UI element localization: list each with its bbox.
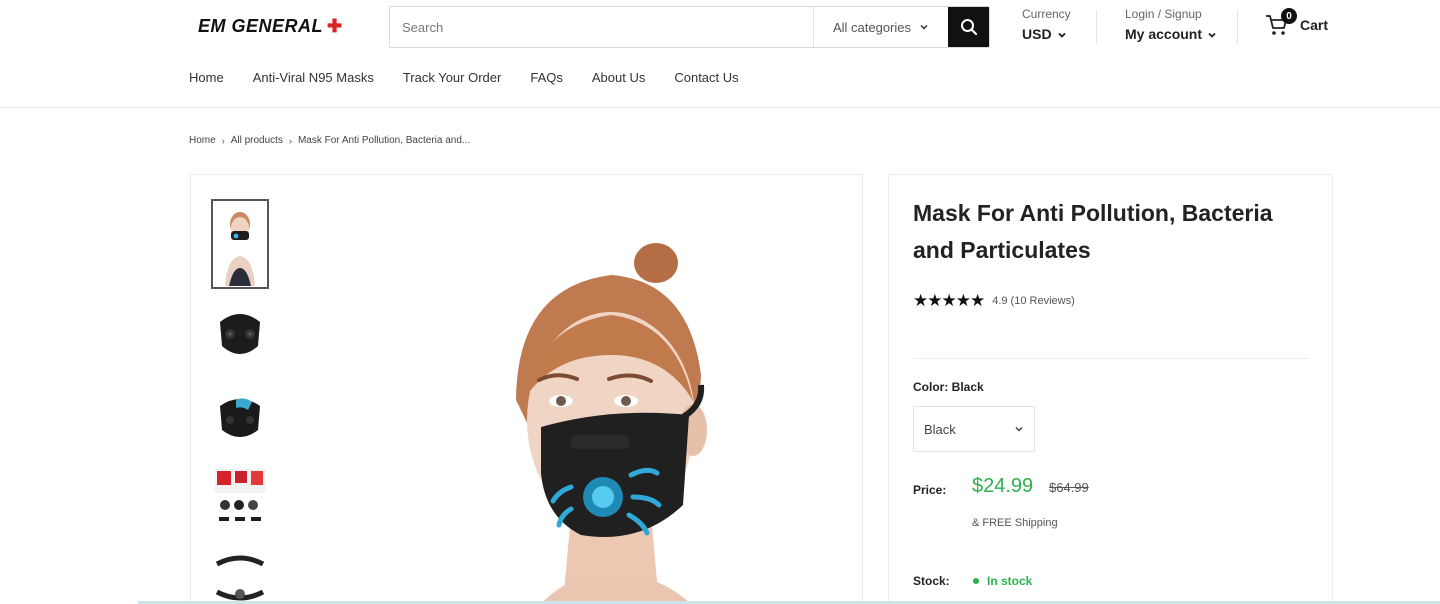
cart-label: Cart	[1300, 17, 1329, 33]
category-select[interactable]: All categories	[813, 7, 948, 47]
chevron-down-icon	[1208, 32, 1216, 38]
breadcrumb-chevron-icon: ›	[288, 135, 292, 146]
chevron-down-icon	[1057, 32, 1066, 38]
product-info-card: Mask For Anti Pollution, Bacteria and Pa…	[888, 174, 1333, 604]
compare-at-price: $64.99	[1049, 480, 1089, 495]
stock-label: Stock:	[913, 574, 950, 588]
color-label-text: Color:	[913, 380, 949, 394]
thumbnail-mask-straps[interactable]	[211, 541, 269, 604]
product-rating[interactable]: ★★★★★ 4.9 (10 Reviews)	[913, 291, 1075, 311]
color-select[interactable]: Black	[913, 406, 1035, 452]
rating-text: 4.9 (10 Reviews)	[992, 295, 1075, 307]
color-select-value: Black	[924, 421, 956, 437]
mask-straps-thumb-image	[215, 555, 265, 601]
login-signup-link[interactable]: Login / Signup	[1125, 7, 1217, 21]
account-menu[interactable]: Login / Signup My account	[1125, 7, 1217, 43]
breadcrumb-chevron-icon: ›	[221, 135, 225, 146]
nav-item-faqs[interactable]: FAQs	[530, 70, 563, 85]
breadcrumb-all-products[interactable]: All products	[231, 135, 283, 146]
price-label: Price:	[913, 483, 947, 497]
header-divider	[1237, 10, 1238, 44]
currency-label: Currency	[1022, 7, 1071, 21]
product-main-image	[516, 243, 707, 604]
nav-item-n95-masks[interactable]: Anti-Viral N95 Masks	[253, 70, 374, 85]
product-title: Mask For Anti Pollution, Bacteria and Pa…	[913, 200, 1273, 263]
mask-front-thumb-image	[220, 314, 260, 354]
breadcrumb-current: Mask For Anti Pollution, Bacteria and...	[297, 135, 471, 146]
header-bottom-border	[0, 107, 1440, 108]
thumbnail-mask-side[interactable]	[211, 377, 269, 453]
search-bar: All categories	[389, 6, 990, 48]
star-icon: ★★★★★	[913, 291, 985, 310]
breadcrumb-home[interactable]: Home	[189, 135, 216, 146]
category-label: All categories	[832, 19, 912, 35]
currency-value: USD	[1022, 26, 1052, 43]
stock-dot-icon	[973, 578, 979, 584]
color-label: Color: Black	[913, 380, 984, 394]
search-button[interactable]	[948, 7, 989, 47]
color-value: Black	[951, 380, 984, 394]
header-divider	[1096, 10, 1097, 44]
logo-cross-icon: ✚	[327, 16, 343, 36]
chevron-down-icon	[1015, 426, 1023, 432]
section-divider	[913, 358, 1309, 359]
mask-parts-thumb-image	[215, 469, 265, 521]
site-logo[interactable]: EM GENERAL ✚	[198, 16, 343, 37]
sale-price: $24.99	[972, 475, 1034, 497]
shipping-note: & FREE Shipping	[972, 517, 1058, 529]
cart-button[interactable]: 0 Cart	[1264, 8, 1329, 38]
thumbnail-mask-front[interactable]	[211, 295, 269, 371]
mask-side-thumb-image	[220, 398, 260, 437]
search-icon	[960, 19, 977, 36]
currency-selector[interactable]: Currency USD	[1022, 7, 1071, 43]
thumbnail-list	[211, 199, 271, 604]
thumbnail-mask-parts[interactable]	[211, 459, 269, 535]
nav-item-about-us[interactable]: About Us	[592, 70, 645, 85]
cart-icon-wrap: 0	[1264, 8, 1297, 38]
nav-item-contact-us[interactable]: Contact Us	[674, 70, 738, 85]
nav-item-track-order[interactable]: Track Your Order	[403, 70, 502, 85]
cart-count-badge: 0	[1281, 8, 1297, 24]
stock-status: In stock	[973, 574, 1032, 588]
product-gallery	[190, 174, 863, 604]
thumbnail-woman-wearing-mask[interactable]	[211, 199, 269, 289]
main-nav: Home Anti-Viral N95 Masks Track Your Ord…	[189, 70, 768, 85]
breadcrumb: Home › All products › Mask For Anti Poll…	[189, 135, 470, 146]
search-input[interactable]	[390, 7, 813, 47]
logo-text: EM GENERAL	[198, 16, 324, 36]
stock-value: In stock	[987, 574, 1033, 588]
woman-mask-thumb-image	[225, 212, 255, 286]
my-account-label: My account	[1125, 26, 1203, 43]
nav-item-home[interactable]: Home	[189, 70, 224, 85]
chevron-down-icon	[920, 24, 928, 30]
